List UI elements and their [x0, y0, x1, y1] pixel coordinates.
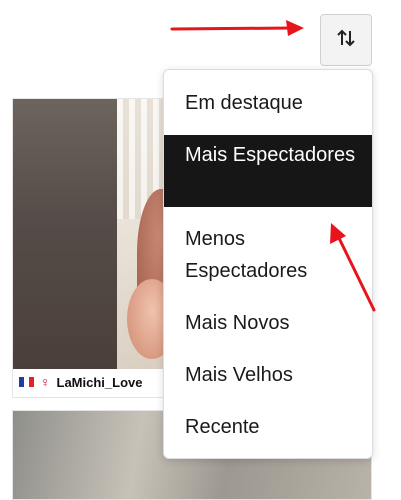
menu-item-menos-espectadores[interactable]: Menos Espectadores	[164, 223, 372, 287]
menu-item-label: Mais Espectadores	[185, 144, 356, 166]
menu-item-recente[interactable]: Recente	[164, 411, 372, 443]
blurred-region	[13, 99, 117, 369]
menu-item-mais-novos[interactable]: Mais Novos	[164, 307, 372, 339]
menu-item-em-destaque[interactable]: Em destaque	[164, 87, 372, 119]
menu-item-mais-velhos[interactable]: Mais Velhos	[164, 359, 372, 391]
menu-item-mais-espectadores[interactable]: Mais Espectadores	[164, 135, 372, 207]
france-flag-icon	[19, 377, 34, 387]
menu-item-label: Menos Espectadores	[185, 228, 308, 282]
sort-dropdown-menu: Em destaque Mais Espectadores Menos Espe…	[163, 69, 373, 459]
female-icon: ♀	[40, 374, 51, 390]
username[interactable]: LaMichi_Love	[57, 375, 143, 390]
sort-button[interactable]	[320, 14, 372, 66]
sort-arrows-icon	[335, 27, 357, 54]
arrow-to-sort-button	[170, 20, 304, 36]
